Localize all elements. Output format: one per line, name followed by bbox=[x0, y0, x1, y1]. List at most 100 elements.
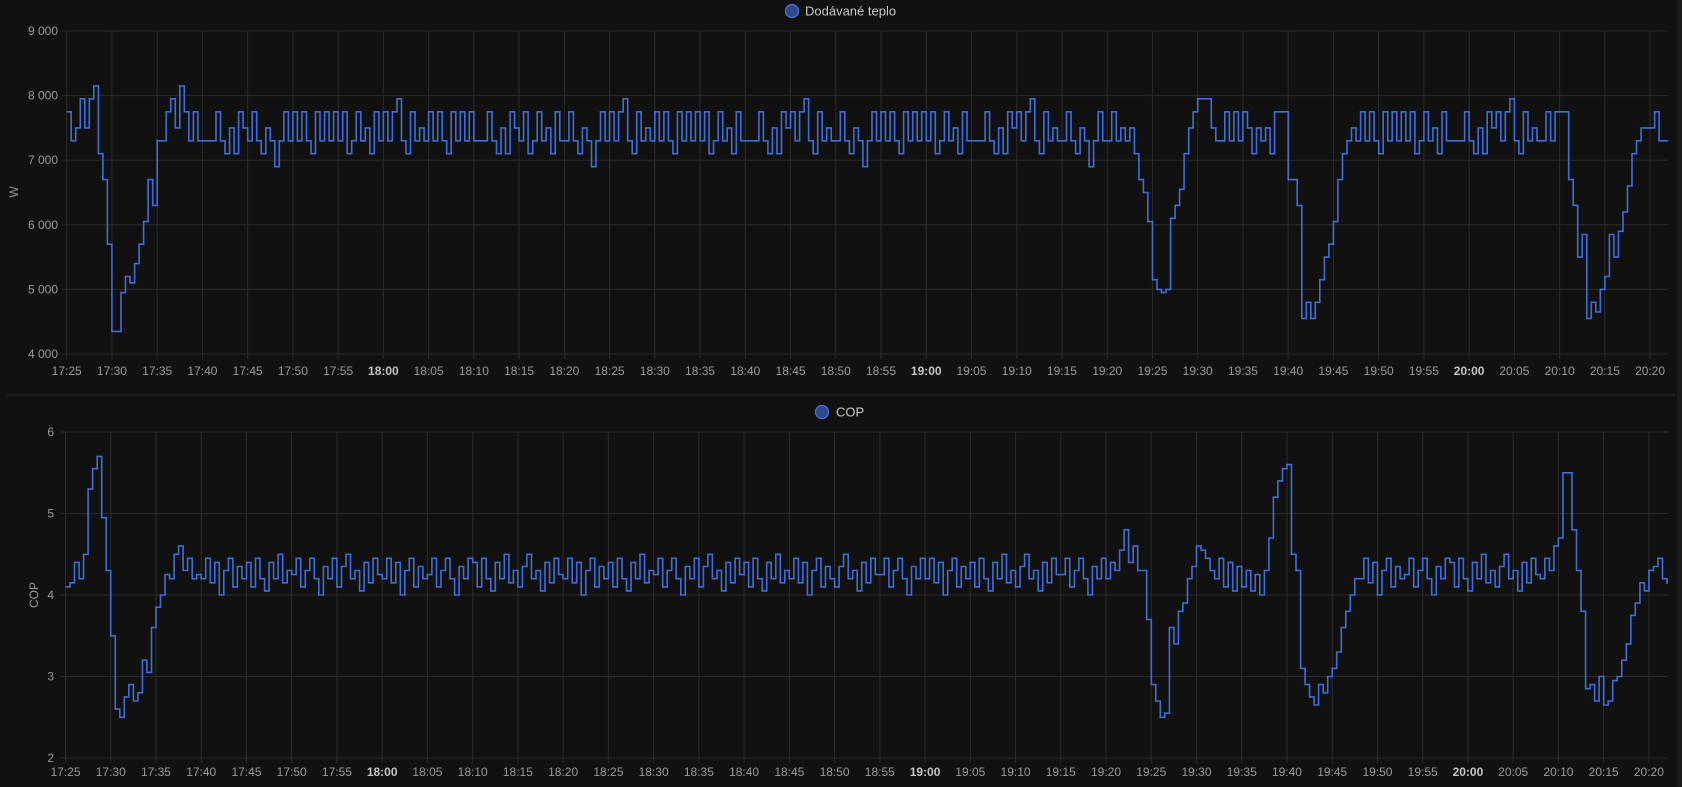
data-point[interactable] bbox=[422, 578, 424, 580]
data-point[interactable] bbox=[354, 570, 356, 572]
data-point[interactable] bbox=[106, 243, 108, 245]
data-point[interactable] bbox=[1291, 553, 1293, 555]
data-point[interactable] bbox=[716, 570, 718, 572]
data-point[interactable] bbox=[672, 153, 674, 155]
data-point[interactable] bbox=[1418, 140, 1420, 142]
data-point[interactable] bbox=[921, 111, 923, 113]
data-point[interactable] bbox=[417, 566, 419, 568]
data-point[interactable] bbox=[1612, 680, 1614, 682]
data-point[interactable] bbox=[799, 111, 801, 113]
data-point[interactable] bbox=[1242, 111, 1244, 113]
data-point[interactable] bbox=[1263, 570, 1265, 572]
data-point[interactable] bbox=[1390, 586, 1392, 588]
data-point[interactable] bbox=[671, 557, 673, 559]
data-point[interactable] bbox=[907, 140, 909, 142]
data-point[interactable] bbox=[232, 586, 234, 588]
data-point[interactable] bbox=[110, 635, 112, 637]
data-point[interactable] bbox=[1617, 230, 1619, 232]
data-point[interactable] bbox=[690, 140, 692, 142]
data-point[interactable] bbox=[743, 561, 745, 563]
data-point[interactable] bbox=[477, 140, 479, 142]
data-point[interactable] bbox=[256, 140, 258, 142]
data-point[interactable] bbox=[1028, 578, 1030, 580]
data-point[interactable] bbox=[1322, 692, 1324, 694]
legend-item-heat-output[interactable]: Dodávané teplo bbox=[784, 4, 897, 19]
data-point[interactable] bbox=[333, 111, 335, 113]
data-point[interactable] bbox=[722, 140, 724, 142]
data-point[interactable] bbox=[1272, 496, 1274, 498]
data-point[interactable] bbox=[182, 570, 184, 572]
data-point[interactable] bbox=[413, 586, 415, 588]
data-point[interactable] bbox=[1459, 140, 1461, 142]
data-point[interactable] bbox=[1607, 700, 1609, 702]
data-point[interactable] bbox=[1449, 561, 1451, 563]
data-point[interactable] bbox=[1490, 570, 1492, 572]
data-point[interactable] bbox=[1652, 566, 1654, 568]
data-point[interactable] bbox=[1110, 561, 1112, 563]
data-point[interactable] bbox=[342, 111, 344, 113]
data-point[interactable] bbox=[1037, 590, 1039, 592]
data-point[interactable] bbox=[441, 140, 443, 142]
data-point[interactable] bbox=[401, 140, 403, 142]
data-point[interactable] bbox=[315, 111, 317, 113]
data-point[interactable] bbox=[369, 153, 371, 155]
data-point[interactable] bbox=[589, 557, 591, 559]
data-point[interactable] bbox=[1060, 574, 1062, 576]
data-point[interactable] bbox=[1381, 570, 1383, 572]
data-point[interactable] bbox=[952, 127, 954, 129]
data-point[interactable] bbox=[1613, 256, 1615, 258]
data-point[interactable] bbox=[544, 561, 546, 563]
data-point[interactable] bbox=[993, 153, 995, 155]
data-point[interactable] bbox=[825, 566, 827, 568]
data-point[interactable] bbox=[337, 140, 339, 142]
data-point[interactable] bbox=[74, 561, 76, 563]
data-point[interactable] bbox=[843, 553, 845, 555]
data-point[interactable] bbox=[1513, 140, 1515, 142]
data-point[interactable] bbox=[975, 140, 977, 142]
data-point[interactable] bbox=[1214, 578, 1216, 580]
data-point[interactable] bbox=[531, 578, 533, 580]
data-point[interactable] bbox=[134, 263, 136, 265]
data-point[interactable] bbox=[508, 582, 510, 584]
data-point[interactable] bbox=[1426, 578, 1428, 580]
data-point[interactable] bbox=[1360, 111, 1362, 113]
data-point[interactable] bbox=[378, 140, 380, 142]
data-point[interactable] bbox=[396, 98, 398, 100]
data-point[interactable] bbox=[1015, 586, 1017, 588]
data-point[interactable] bbox=[170, 98, 172, 100]
data-point[interactable] bbox=[1349, 594, 1351, 596]
data-point[interactable] bbox=[1282, 468, 1284, 470]
data-point[interactable] bbox=[532, 140, 534, 142]
data-point[interactable] bbox=[1024, 553, 1026, 555]
data-point[interactable] bbox=[1450, 140, 1452, 142]
data-point[interactable] bbox=[364, 127, 366, 129]
data-point[interactable] bbox=[259, 578, 261, 580]
data-point[interactable] bbox=[233, 153, 235, 155]
data-point[interactable] bbox=[1006, 582, 1008, 584]
data-point[interactable] bbox=[69, 582, 71, 584]
data-point[interactable] bbox=[883, 557, 885, 559]
data-point[interactable] bbox=[322, 566, 324, 568]
data-point[interactable] bbox=[1283, 111, 1285, 113]
data-point[interactable] bbox=[797, 582, 799, 584]
data-point[interactable] bbox=[987, 590, 989, 592]
data-point[interactable] bbox=[351, 140, 353, 142]
data-point[interactable] bbox=[808, 140, 810, 142]
data-point[interactable] bbox=[116, 330, 118, 332]
data-point[interactable] bbox=[1319, 279, 1321, 281]
data-point[interactable] bbox=[1453, 586, 1455, 588]
data-point[interactable] bbox=[644, 582, 646, 584]
data-point[interactable] bbox=[969, 561, 971, 563]
data-point[interactable] bbox=[463, 578, 465, 580]
data-point[interactable] bbox=[523, 111, 525, 113]
data-point[interactable] bbox=[1662, 578, 1664, 580]
data-point[interactable] bbox=[1355, 140, 1357, 142]
data-point[interactable] bbox=[536, 111, 538, 113]
data-point[interactable] bbox=[550, 153, 552, 155]
data-point[interactable] bbox=[268, 561, 270, 563]
data-point[interactable] bbox=[1055, 574, 1057, 576]
data-point[interactable] bbox=[79, 98, 81, 100]
data-point[interactable] bbox=[173, 553, 175, 555]
data-point[interactable] bbox=[693, 557, 695, 559]
data-point[interactable] bbox=[1141, 570, 1143, 572]
